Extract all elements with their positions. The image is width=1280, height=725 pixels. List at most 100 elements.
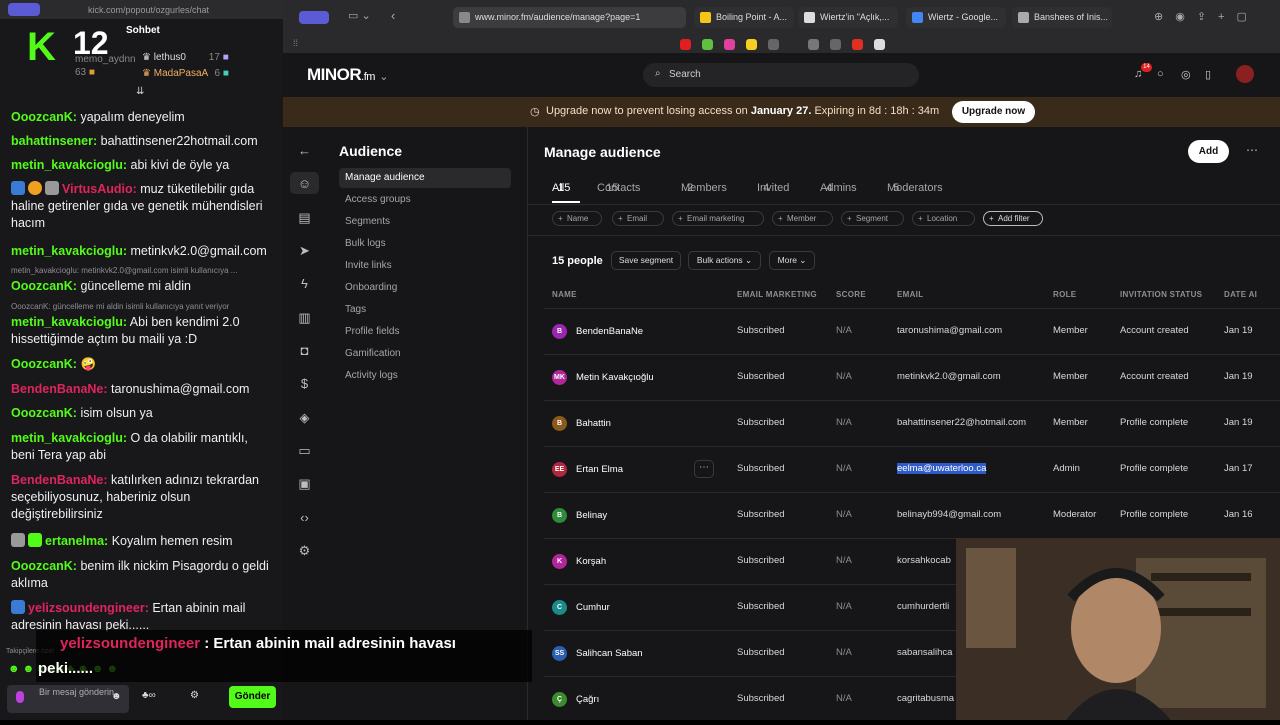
sidebar-toggle-icon[interactable] <box>8 3 40 16</box>
col-date[interactable]: DATE AI <box>1224 290 1257 299</box>
back-arrow-icon[interactable]: ← <box>297 143 312 158</box>
mic-icon[interactable] <box>16 691 24 703</box>
email-cell[interactable]: korsahkocab <box>897 555 951 566</box>
sidebar-item-gamification[interactable]: Gamification <box>339 344 511 364</box>
row-menu-icon[interactable]: ⋯ <box>694 460 714 478</box>
add-filter-button[interactable]: + Add filter <box>983 211 1043 226</box>
col-email[interactable]: EMAIL <box>897 290 923 299</box>
youtube-icon[interactable] <box>680 39 691 50</box>
gear-icon[interactable]: ⚙ <box>297 543 312 558</box>
member-name[interactable]: Çağrı <box>576 694 599 705</box>
email-cell[interactable]: metinkvk2.0@gmail.com <box>897 371 1001 382</box>
sidebar-item-tags[interactable]: Tags <box>339 300 511 320</box>
add-button[interactable]: Add <box>1188 140 1229 163</box>
sidebar-item-access-groups[interactable]: Access groups <box>339 190 511 210</box>
more-button[interactable]: More ⌄ <box>769 251 815 270</box>
sidebar-item-activity-logs[interactable]: Activity logs <box>339 366 511 386</box>
tab-all[interactable]: All 15 <box>552 182 570 194</box>
email-cell[interactable]: belinayb994@gmail.com <box>897 509 1001 520</box>
col-score[interactable]: SCORE <box>836 290 866 299</box>
bits-icon[interactable]: ♣∞ <box>142 690 156 701</box>
sidebar-toggle-icon[interactable] <box>299 11 329 24</box>
col-email-marketing[interactable]: EMAIL MARKETING <box>737 290 817 299</box>
sidebar-item-bulk-logs[interactable]: Bulk logs <box>339 234 511 254</box>
document-icon[interactable]: ▤ <box>297 210 312 225</box>
email-cell[interactable]: sabansalihca <box>897 647 952 658</box>
back-icon[interactable]: ‹ <box>391 8 395 23</box>
globe-icon[interactable] <box>830 39 841 50</box>
sidebar-item-onboarding[interactable]: Onboarding <box>339 278 511 298</box>
minor-logo[interactable]: MINOR.fm ⌄ <box>307 65 388 85</box>
code-icon[interactable]: ‹› <box>297 510 312 525</box>
emoji-icon[interactable]: ☻ <box>111 691 122 702</box>
bookmark-icon[interactable] <box>808 39 819 50</box>
tab-contacts[interactable]: Contacts 15 <box>597 182 640 194</box>
sidebar-item-segments[interactable]: Segments <box>339 212 511 232</box>
sidebar-item-manage-audience[interactable]: Manage audience <box>339 168 511 188</box>
bookmark-icon[interactable]: ▯ <box>1205 68 1211 81</box>
send-button[interactable]: Gönder <box>229 686 276 708</box>
table-row[interactable]: MK Metin Kavakçıoğlu Subscribed N/A metinkvk… <box>544 354 1280 400</box>
globe-icon[interactable] <box>768 39 779 50</box>
bookmark-icon[interactable] <box>702 39 713 50</box>
avatar[interactable] <box>1236 65 1254 83</box>
tab-invited[interactable]: Invited 4 <box>757 182 789 194</box>
tab-members[interactable]: Members 2 <box>681 182 727 194</box>
tab-banshees[interactable]: Banshees of Inis... <box>1012 7 1112 28</box>
toolbar-icons[interactable]: ⊕◉⇪+▢ <box>1154 10 1259 23</box>
chat-icon[interactable]: ○ <box>1157 68 1164 80</box>
dollar-icon[interactable]: $ <box>297 376 312 391</box>
member-name[interactable]: Bahattin <box>576 418 611 429</box>
table-row[interactable]: B BendenBanaNe Subscribed N/A taronushima@gm… <box>544 308 1280 354</box>
chat-url[interactable]: kick.com/popout/ozgurles/chat <box>88 5 209 15</box>
member-name[interactable]: Salihcan Saban <box>576 648 643 659</box>
tab-boiling-point[interactable]: Boiling Point - A... <box>694 7 794 28</box>
messages-icon[interactable]: ◎ <box>1181 68 1191 81</box>
filter-location[interactable]: + Location <box>912 211 975 226</box>
sidebar-item-profile-fields[interactable]: Profile fields <box>339 322 511 342</box>
lightning-icon[interactable]: ϟ <box>297 276 312 291</box>
filter-member[interactable]: + Member <box>772 211 833 226</box>
chart-icon[interactable]: ▥ <box>297 310 312 325</box>
send-icon[interactable]: ➤ <box>297 243 312 258</box>
member-name[interactable]: Metin Kavakçıoğlu <box>576 372 654 383</box>
bookmark-icon[interactable] <box>852 39 863 50</box>
sidebar-item-invite-links[interactable]: Invite links <box>339 256 511 276</box>
more-options-icon[interactable]: ⋯ <box>1246 143 1258 157</box>
email-cell[interactable]: cumhurdertli <box>897 601 949 612</box>
upgrade-button[interactable]: Upgrade now <box>952 101 1035 123</box>
monitor-icon[interactable]: ▣ <box>297 476 312 491</box>
table-row[interactable]: EE Ertan Elma ⋯ Subscribed N/A eelma@uwaterlo… <box>544 446 1280 492</box>
email-cell[interactable]: taronushima@gmail.com <box>897 325 1002 336</box>
search-input[interactable]: Search <box>643 63 919 87</box>
audience-icon[interactable]: ☺ <box>297 176 312 191</box>
email-cell[interactable]: bahattinsener22@hotmail.com <box>897 417 1026 428</box>
filter-email[interactable]: + Email <box>612 211 664 226</box>
member-name[interactable]: Cumhur <box>576 602 610 613</box>
bot-icon[interactable]: ◘ <box>297 343 312 358</box>
filter-name[interactable]: + Name <box>552 211 602 226</box>
tab-moderators[interactable]: Moderators 5 <box>887 182 943 194</box>
instagram-icon[interactable] <box>724 39 735 50</box>
bulk-actions-button[interactable]: Bulk actions ⌄ <box>688 251 761 270</box>
tab-admins[interactable]: Admins 4 <box>820 182 857 194</box>
table-row[interactable]: B Belinay Subscribed N/A belinayb994@gmail.c… <box>544 492 1280 538</box>
tab-minor[interactable]: www.minor.fm/audience/manage?page=1 <box>453 7 686 28</box>
settings-icon[interactable]: ⚙ <box>190 690 199 701</box>
col-role[interactable]: ROLE <box>1053 290 1076 299</box>
filter-email-marketing[interactable]: + Email marketing <box>672 211 764 226</box>
bookmark-icon[interactable] <box>874 39 885 50</box>
card-icon[interactable]: ▭ <box>297 443 312 458</box>
tab-google[interactable]: Wiertz - Google... <box>906 7 1006 28</box>
email-cell[interactable]: eelma@uwaterloo.ca <box>897 463 987 474</box>
email-cell[interactable]: cagritabusma <box>897 693 954 704</box>
pin-icon[interactable]: ⇊ <box>136 86 144 97</box>
member-name[interactable]: Belinay <box>576 510 607 521</box>
grid-icon[interactable]: ⁞⁞ <box>293 38 298 48</box>
member-name[interactable]: BendenBanaNe <box>576 326 643 337</box>
shield-icon[interactable]: ◈ <box>297 410 312 425</box>
table-row[interactable]: B Bahattin Subscribed N/A bahattinsener22@ho… <box>544 400 1280 446</box>
member-name[interactable]: Ertan Elma <box>576 464 623 475</box>
sidebar-icon[interactable]: ▭ ⌄ <box>348 9 371 22</box>
col-invitation-status[interactable]: INVITATION STATUS <box>1120 290 1202 299</box>
